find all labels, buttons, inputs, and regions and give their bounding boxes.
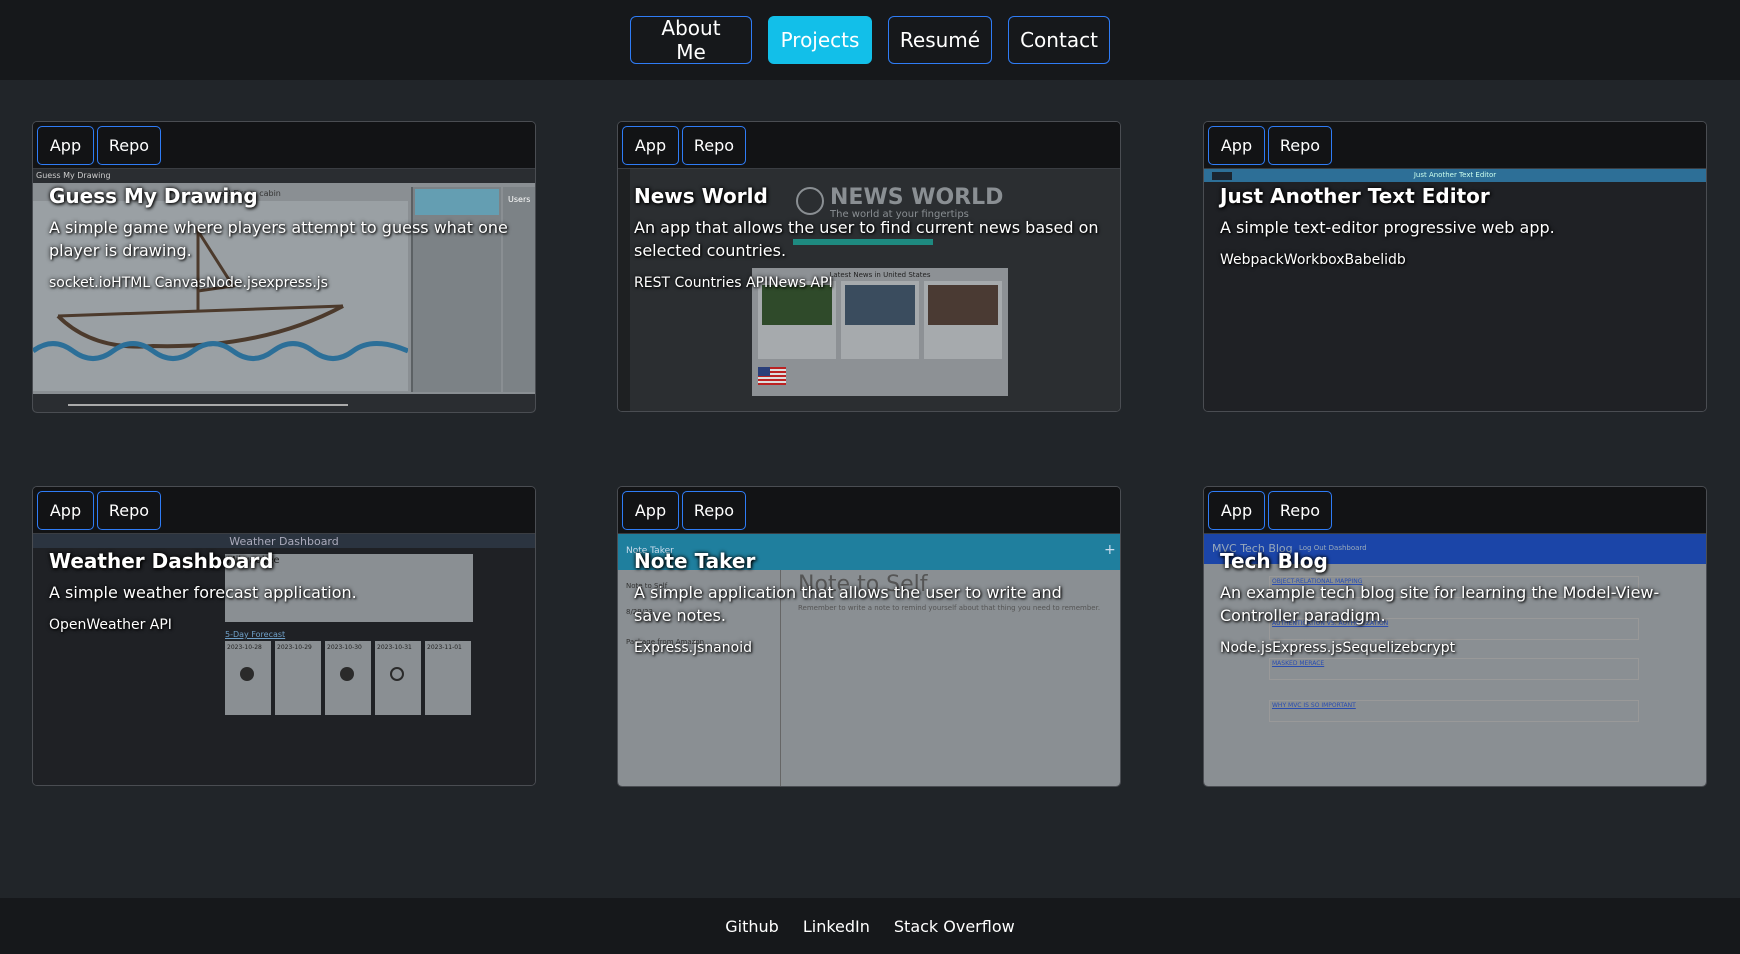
card-tech-list: socket.ioHTML CanvasNode.jsexpress.js [49, 275, 328, 291]
nav-resume-button[interactable]: Resumé [888, 16, 992, 64]
nav-contact-button[interactable]: Contact [1008, 16, 1110, 64]
card-description: A simple game where players attempt to g… [49, 218, 508, 260]
project-card-text-editor: App Repo Just Another Text Editor Just A… [1203, 121, 1707, 412]
card-header: App Repo [618, 122, 1120, 169]
footer-linkedin-link[interactable]: LinkedIn [803, 917, 870, 936]
card-title: Just Another Text Editor [1220, 184, 1490, 208]
project-card-guess-my-drawing: App Repo Guess My Drawing wer! Draw: cab… [32, 121, 536, 413]
main-nav: About Me Projects Resumé Contact [0, 16, 1740, 64]
card-description: A simple text-editor progressive web app… [1220, 218, 1555, 237]
forecast-day: 2023-10-28 [227, 644, 262, 651]
forecast-day: 2023-10-29 [277, 644, 312, 651]
card-title: News World [634, 184, 768, 208]
card-title: Note Taker [634, 549, 756, 573]
blog-post-title: MASKED MERACE [1272, 660, 1325, 667]
card-description: A simple weather forecast application. [49, 583, 357, 602]
card-header: App Repo [33, 122, 535, 169]
project-card-weather-dashboard: App Repo Weather Dashboard Milwaukee 5-D… [32, 486, 536, 786]
repo-button[interactable]: Repo [682, 126, 746, 165]
app-button[interactable]: App [622, 491, 679, 530]
top-navbar: About Me Projects Resumé Contact [0, 0, 1740, 80]
repo-button[interactable]: Repo [1268, 126, 1332, 165]
card-title: Tech Blog [1220, 549, 1328, 573]
card-description: An app that allows the user to find curr… [634, 218, 1099, 260]
forecast-day: 2023-10-31 [377, 644, 412, 651]
weather-icon [390, 667, 404, 681]
card-tech-list: Express.jsnanoid [634, 640, 752, 656]
project-card-note-taker: App Repo Note Taker + Note to Self 8/29/… [617, 486, 1121, 787]
repo-button[interactable]: Repo [97, 126, 161, 165]
app-button[interactable]: App [37, 491, 94, 530]
project-card-tech-blog: App Repo MVC Tech Blog Log Out Dashboard… [1203, 486, 1707, 787]
app-button[interactable]: App [622, 126, 679, 165]
card-overlay: Weather Dashboard A simple weather forec… [49, 549, 519, 633]
screenshot-header: Guess My Drawing [36, 171, 111, 180]
nav-about-me-button[interactable]: About Me [630, 16, 752, 64]
card-tech-list: OpenWeather API [49, 617, 172, 633]
card-tech-list: REST Countries APINews API [634, 275, 833, 291]
repo-button[interactable]: Repo [1268, 491, 1332, 530]
card-tech-list: Node.jsExpress.jsSequelizebcrypt [1220, 640, 1456, 656]
forecast-day: 2023-11-01 [427, 644, 462, 651]
card-overlay: Just Another Text Editor A simple text-e… [1220, 184, 1690, 268]
forecast-day: 2023-10-30 [327, 644, 362, 651]
repo-button[interactable]: Repo [97, 491, 161, 530]
weather-icon [340, 667, 354, 681]
project-card-news-world: App Repo NEWS WORLD The world at your fi… [617, 121, 1121, 412]
card-overlay: News World An app that allows the user t… [634, 184, 1104, 291]
card-header: App Repo [618, 487, 1120, 534]
card-header: App Repo [1204, 487, 1706, 534]
card-title: Weather Dashboard [49, 549, 274, 573]
app-button[interactable]: App [1208, 126, 1265, 165]
repo-button[interactable]: Repo [682, 491, 746, 530]
card-header: App Repo [1204, 122, 1706, 169]
footer: Github LinkedIn Stack Overflow [0, 898, 1740, 954]
weather-icon [240, 667, 254, 681]
card-header: App Repo [33, 487, 535, 534]
plus-icon: + [1104, 542, 1116, 558]
footer-github-link[interactable]: Github [725, 917, 779, 936]
card-overlay: Tech Blog An example tech blog site for … [1220, 549, 1690, 656]
nav-projects-button[interactable]: Projects [768, 16, 872, 64]
footer-stackoverflow-link[interactable]: Stack Overflow [894, 917, 1015, 936]
card-overlay: Note Taker A simple application that all… [634, 549, 1104, 656]
blog-post-title: WHY MVC IS SO IMPORTANT [1272, 702, 1356, 709]
card-tech-list: WebpackWorkboxBabelidb [1220, 252, 1406, 268]
app-button[interactable]: App [1208, 491, 1265, 530]
card-title: Guess My Drawing [49, 184, 258, 208]
screenshot-header: Weather Dashboard [229, 535, 339, 548]
app-button[interactable]: App [37, 126, 94, 165]
card-description: A simple application that allows the use… [634, 583, 1062, 625]
screenshot-header: Just Another Text Editor [1413, 171, 1497, 179]
card-description: An example tech blog site for learning t… [1220, 583, 1660, 625]
card-overlay: Guess My Drawing A simple game where pla… [49, 184, 519, 291]
